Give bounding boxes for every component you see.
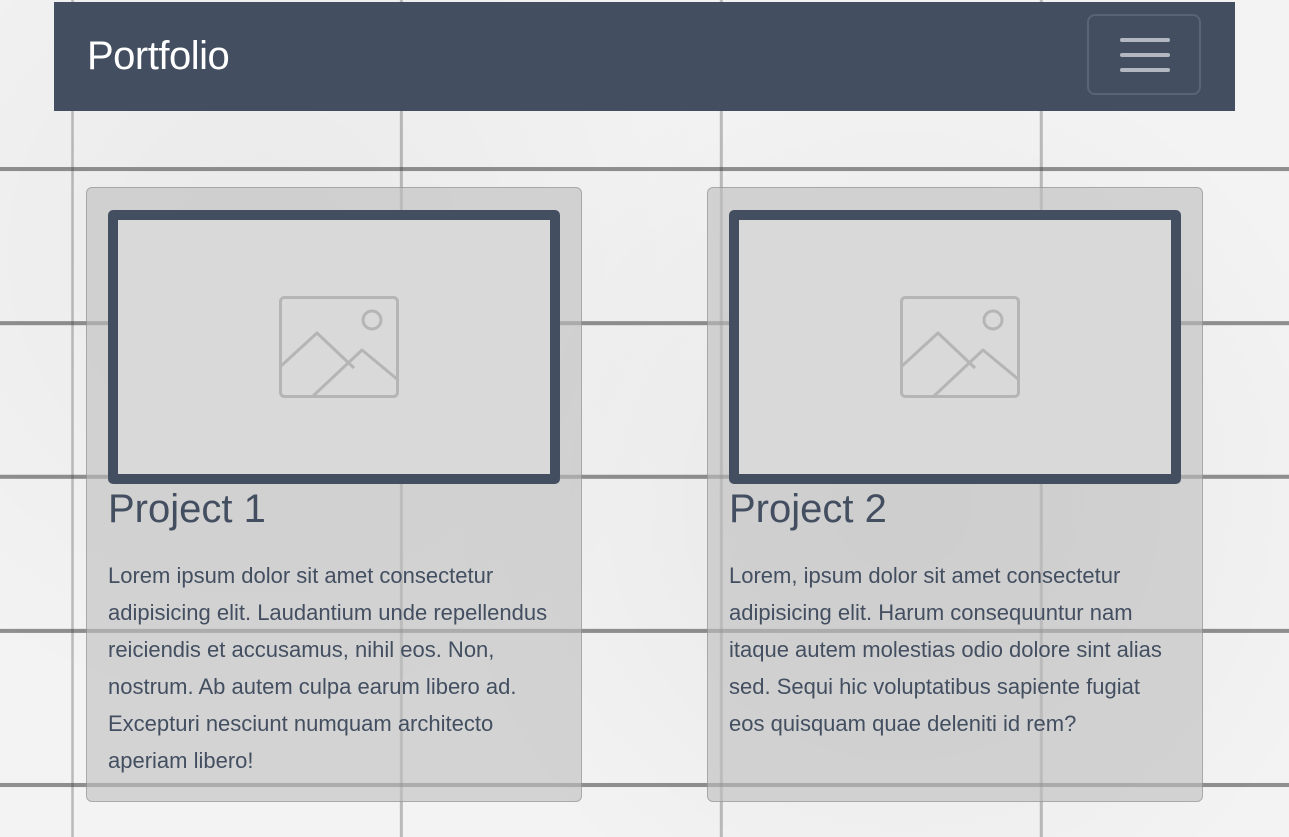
navbar: Portfolio (54, 2, 1235, 111)
navbar-toggle-button[interactable] (1087, 14, 1201, 95)
project-image[interactable] (108, 210, 560, 484)
project-card: Project 1 Lorem ipsum dolor sit amet con… (86, 187, 582, 802)
project-description: Lorem ipsum dolor sit amet consectetur a… (108, 563, 548, 773)
project-title: Project 1 (108, 487, 266, 531)
project-description: Lorem, ipsum dolor sit amet consectetur … (729, 563, 1162, 736)
project-image[interactable] (729, 210, 1181, 484)
project-title: Project 2 (729, 487, 887, 531)
project-card: Project 2 Lorem, ipsum dolor sit amet co… (707, 187, 1203, 802)
image-placeholder-icon (279, 296, 399, 398)
brand-logo-link[interactable]: Portfolio (87, 33, 230, 79)
image-placeholder-icon (900, 296, 1020, 398)
